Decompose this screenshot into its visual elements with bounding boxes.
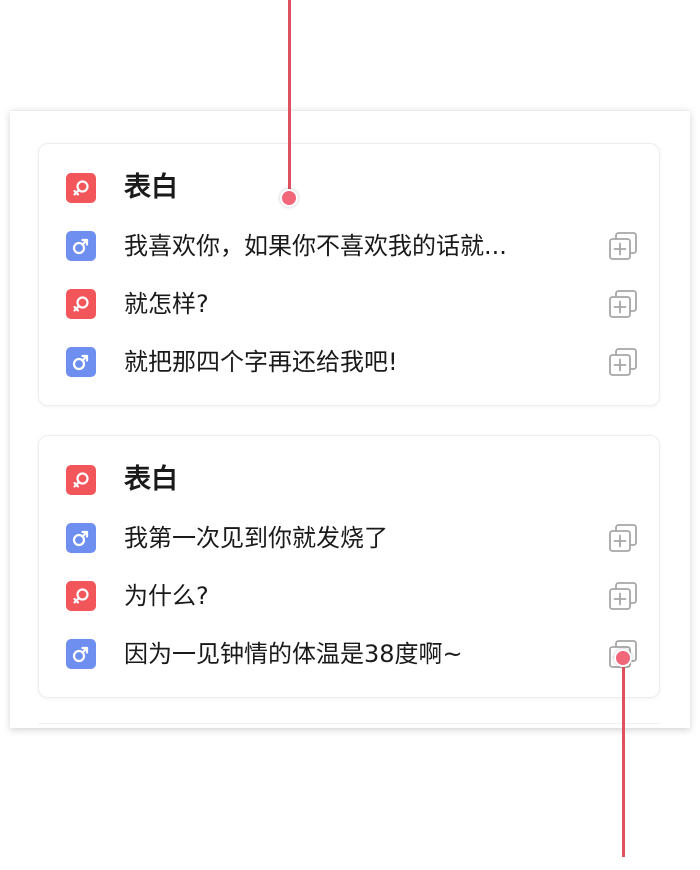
copy-icon[interactable] (607, 288, 639, 320)
card-title-row: 表白 (66, 460, 639, 500)
female-icon (66, 289, 96, 319)
dialogue-text: 为什么? (124, 582, 209, 610)
callout-line-bottom (622, 659, 625, 857)
card-title: 表白 (124, 172, 178, 203)
joke-card: 表白 我第一次见到你就发烧了 为什么? 因为一见钟情的体温是38度啊~ (38, 435, 660, 698)
dialogue-text: 就把那四个字再还给我吧! (124, 348, 398, 376)
copy-icon[interactable] (607, 346, 639, 378)
copy-icon[interactable] (607, 230, 639, 262)
copy-icon[interactable] (607, 580, 639, 612)
dialogue-line: 就怎样? (66, 284, 639, 324)
male-icon (66, 639, 96, 669)
copy-icon[interactable] (607, 522, 639, 554)
male-icon (66, 523, 96, 553)
callout-line-top (288, 0, 291, 197)
joke-card: 表白 我喜欢你，如果你不喜欢我的话就... 就怎样? 就把那四个字再还给我吧! (38, 143, 660, 406)
card-title: 表白 (124, 464, 178, 495)
next-card-edge (38, 723, 660, 726)
female-icon (66, 465, 96, 495)
female-icon (66, 581, 96, 611)
dialogue-line: 就把那四个字再还给我吧! (66, 342, 639, 382)
callout-dot-top (280, 189, 298, 207)
dialogue-text: 就怎样? (124, 290, 209, 318)
male-icon (66, 347, 96, 377)
card-title-row: 表白 (66, 168, 639, 208)
dialogue-line: 为什么? (66, 576, 639, 616)
female-icon (66, 173, 96, 203)
dialogue-line: 因为一见钟情的体温是38度啊~ (66, 634, 639, 674)
dialogue-text: 我喜欢你，如果你不喜欢我的话就... (124, 232, 507, 260)
dialogue-text: 我第一次见到你就发烧了 (124, 524, 388, 552)
joke-list-panel: 表白 我喜欢你，如果你不喜欢我的话就... 就怎样? 就把那四个字再还给我吧! … (10, 110, 690, 728)
dialogue-line: 我喜欢你，如果你不喜欢我的话就... (66, 226, 639, 266)
dialogue-text: 因为一见钟情的体温是38度啊~ (124, 640, 463, 668)
dialogue-line: 我第一次见到你就发烧了 (66, 518, 639, 558)
male-icon (66, 231, 96, 261)
callout-dot-bottom (614, 649, 632, 667)
